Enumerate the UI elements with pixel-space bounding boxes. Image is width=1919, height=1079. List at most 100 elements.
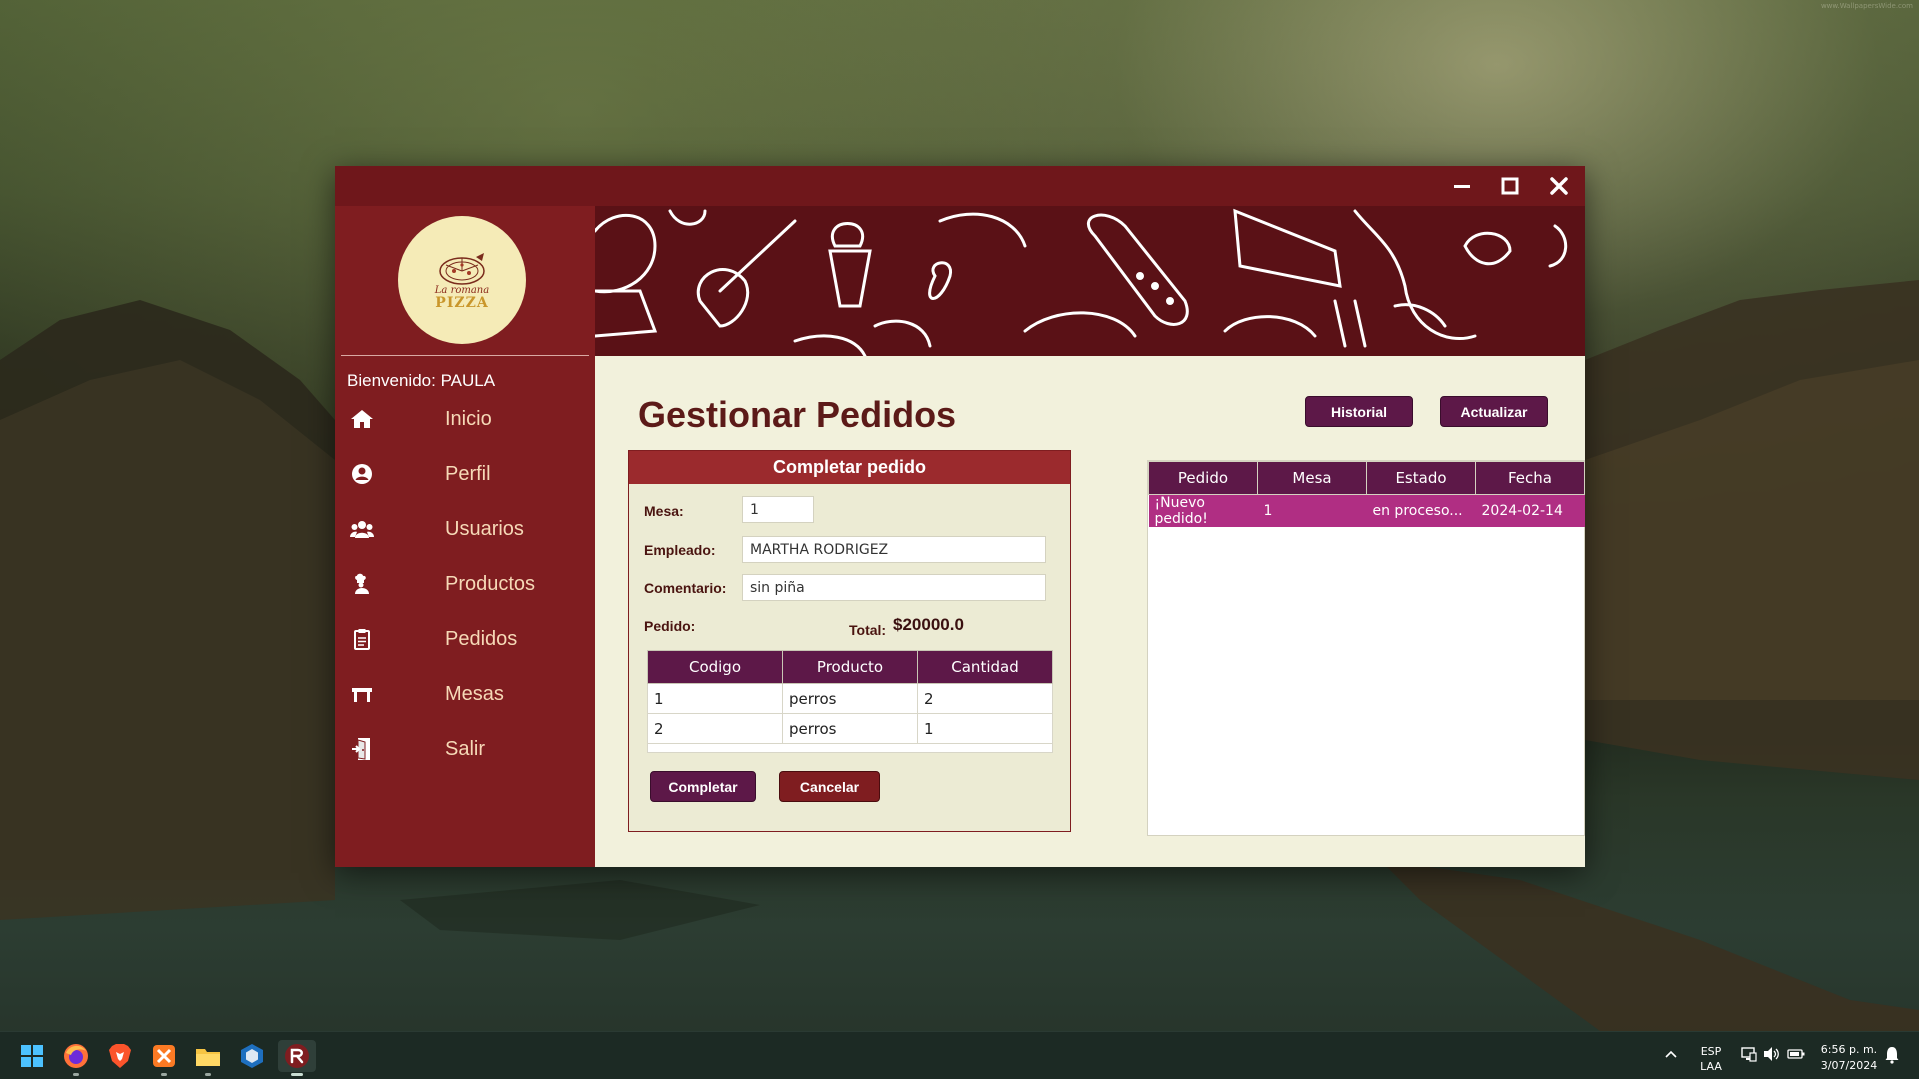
cancelar-button[interactable]: Cancelar: [779, 771, 880, 802]
volume-icon[interactable]: [1763, 1046, 1781, 1067]
welcome-label: Bienvenido:: [347, 371, 436, 390]
table-header-row: Codigo Producto Cantidad: [647, 650, 1053, 684]
welcome-text: Bienvenido: PAULA: [347, 371, 495, 391]
welcome-username: PAULA: [440, 371, 496, 390]
start-button[interactable]: [16, 1040, 48, 1072]
close-button[interactable]: [1535, 166, 1583, 206]
brave-icon: [109, 1044, 131, 1068]
panel-header: Completar pedido: [629, 451, 1070, 484]
column-header-estado[interactable]: Estado: [1366, 461, 1476, 495]
actualizar-button[interactable]: Actualizar: [1440, 396, 1548, 427]
tray-overflow-button[interactable]: [1664, 1046, 1678, 1064]
sidebar-item-perfil[interactable]: Perfil: [335, 451, 595, 497]
cell-producto: perros: [782, 683, 918, 714]
table-icon: [349, 681, 375, 707]
maximize-button[interactable]: [1486, 166, 1534, 206]
cell-codigo: 1: [647, 683, 783, 714]
sidebar-item-label: Inicio: [445, 407, 492, 430]
file-explorer-icon: [196, 1049, 220, 1066]
empleado-field[interactable]: MARTHA RODRIGEZ: [742, 536, 1046, 563]
taskbar-active-app[interactable]: [278, 1040, 316, 1076]
sidebar-item-productos[interactable]: Productos: [335, 561, 595, 607]
sidebar-item-label: Productos: [445, 572, 536, 595]
wallpaper-watermark: www.WallpapersWide.com: [1820, 2, 1913, 10]
sidebar-divider: [341, 355, 589, 356]
running-indicator: [161, 1073, 167, 1076]
orders-list-panel: Pedido Mesa Estado Fecha ¡Nuevo pedido! …: [1147, 460, 1585, 836]
cell-codigo: 2: [647, 713, 783, 744]
window-titlebar[interactable]: [335, 166, 1585, 206]
column-header-codigo[interactable]: Codigo: [647, 650, 783, 684]
completar-button[interactable]: Completar: [650, 771, 756, 802]
minimize-button[interactable]: [1438, 166, 1486, 206]
table-header-row: Pedido Mesa Estado Fecha: [1148, 461, 1585, 495]
sidebar-item-label: Pedidos: [445, 627, 518, 650]
cell-pedido: ¡Nuevo pedido!: [1148, 494, 1258, 527]
taskbar-xampp[interactable]: [148, 1040, 180, 1076]
pizza-logo-icon: [439, 252, 485, 285]
column-header-producto[interactable]: Producto: [782, 650, 918, 684]
battery-icon[interactable]: [1787, 1047, 1805, 1065]
app-r-icon: [285, 1044, 309, 1068]
table-row[interactable]: 2 perros 1: [647, 713, 1053, 744]
taskbar-virtualbox[interactable]: [236, 1040, 268, 1072]
language-line2: LAA: [1700, 1060, 1722, 1073]
notification-button[interactable]: [1885, 1046, 1899, 1069]
column-header-fecha[interactable]: Fecha: [1475, 461, 1585, 495]
mesa-label: Mesa:: [644, 503, 684, 519]
maximize-icon: [1501, 177, 1519, 195]
cell-cantidad: 2: [917, 683, 1053, 714]
comentario-field[interactable]: sin piña: [742, 574, 1046, 601]
pedido-label: Pedido:: [644, 618, 696, 634]
exit-door-icon: [349, 736, 375, 762]
chevron-up-icon: [1665, 1050, 1677, 1058]
network-icon[interactable]: [1741, 1046, 1757, 1067]
historial-button[interactable]: Historial: [1305, 396, 1413, 427]
chef-icon: [349, 571, 375, 597]
sidebar-item-label: Perfil: [445, 462, 491, 485]
cell-estado: en proceso...: [1366, 494, 1476, 527]
sidebar-item-inicio[interactable]: Inicio: [335, 396, 595, 442]
column-header-mesa[interactable]: Mesa: [1257, 461, 1367, 495]
taskbar-firefox[interactable]: [60, 1040, 92, 1076]
comentario-label: Comentario:: [644, 580, 727, 596]
taskbar-file-explorer[interactable]: [192, 1040, 224, 1076]
sidebar-item-pedidos[interactable]: Pedidos: [335, 616, 595, 662]
sidebar-item-usuarios[interactable]: Usuarios: [335, 506, 595, 552]
running-indicator: [291, 1073, 303, 1076]
clock[interactable]: 6:56 p. m. 3/07/2024: [1815, 1042, 1883, 1074]
bell-icon: [1885, 1047, 1899, 1064]
cell-cantidad: 1: [917, 713, 1053, 744]
total-label: Total:: [849, 622, 887, 638]
logo-text-line1: La romana: [434, 284, 490, 296]
column-header-pedido[interactable]: Pedido: [1148, 461, 1258, 495]
order-items-table: Codigo Producto Cantidad 1 perros 2 2 pe…: [647, 650, 1053, 744]
minimize-icon: [1454, 185, 1470, 188]
mesa-field[interactable]: 1: [742, 496, 814, 523]
running-indicator: [73, 1073, 79, 1076]
sidebar-item-label: Mesas: [445, 682, 504, 705]
virtualbox-icon: [241, 1044, 263, 1068]
column-header-cantidad[interactable]: Cantidad: [917, 650, 1053, 684]
taskbar-brave[interactable]: [104, 1040, 136, 1072]
sidebar-item-salir[interactable]: Salir: [335, 726, 595, 772]
orders-table: Pedido Mesa Estado Fecha ¡Nuevo pedido! …: [1148, 461, 1585, 527]
main-content: Gestionar Pedidos Historial Actualizar C…: [595, 356, 1585, 867]
users-icon: [349, 516, 375, 542]
running-indicator: [205, 1073, 211, 1076]
table-row[interactable]: 1 perros 2: [647, 683, 1053, 714]
logo-text-line2: PIZZA: [435, 294, 489, 311]
total-value: $20000.0: [893, 615, 964, 634]
sidebar-item-label: Usuarios: [445, 517, 524, 540]
firefox-icon: [64, 1044, 88, 1068]
home-icon: [349, 406, 375, 432]
sidebar-item-label: Salir: [445, 737, 486, 760]
cell-fecha: 2024-02-14: [1475, 494, 1585, 527]
sidebar: La romana PIZZA Bienvenido: PAULA Inicio…: [335, 206, 595, 867]
clock-date: 3/07/2024: [1820, 1059, 1878, 1072]
language-indicator[interactable]: ESP LAA: [1697, 1044, 1725, 1074]
sidebar-item-mesas[interactable]: Mesas: [335, 671, 595, 717]
table-row[interactable]: ¡Nuevo pedido! 1 en proceso... 2024-02-1…: [1148, 494, 1585, 527]
table-empty-area: [647, 744, 1053, 753]
logo: La romana PIZZA: [398, 216, 526, 344]
